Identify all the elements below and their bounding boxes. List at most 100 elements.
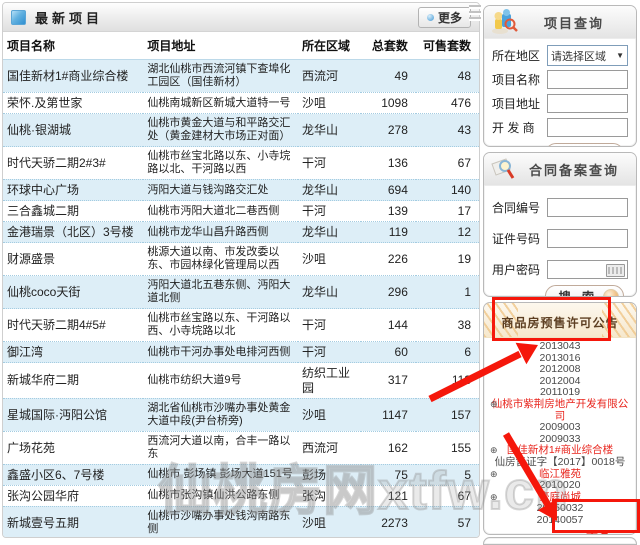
project-address-cell: 沔阳大道与钱沟路交汇处 (143, 179, 298, 202)
permit-number-link[interactable]: 2013043 (487, 340, 633, 353)
permit-more-link[interactable]: 更多>> (484, 529, 636, 535)
table-row: 时代天骄二期2#3# 仙桃市丝宝北路以东、小寺垸路以北、干河路以西 干河 136 67 (3, 146, 479, 180)
project-table-body: 国佳新材1#商业综合楼 湖北仙桃市西流河镇下查埠化工园区（国佳新材） 西流河 49 48… (3, 59, 479, 537)
project-region-cell: 沙咀 (297, 398, 361, 432)
contract-number-input-label: 合同编号 (492, 201, 541, 215)
project-total-cell: 75 (360, 464, 416, 486)
table-row: 新城壹号五期 仙桃市沙嘴办事处钱沟南路东侧 沙咀 2273 57 (3, 506, 479, 537)
project-name-cell[interactable]: 星城国际·沔阳公馆 (3, 398, 144, 432)
project-name-cell[interactable]: 仙桃·银湖城 (3, 113, 144, 148)
project-address-input[interactable] (547, 94, 628, 113)
project-name-cell[interactable]: 仙桃coco天街 (3, 275, 144, 310)
project-name-cell[interactable]: 国佳新材1#商业综合楼 (3, 59, 144, 93)
project-name-cell[interactable]: 新城华府二期 (3, 362, 144, 399)
table-row: 仙桃·银湖城 仙桃市黄金大道与和平路交汇处（黄金建材大市场正对面） 龙华山 278 43 (3, 113, 479, 148)
orange-sphere-icon (603, 288, 619, 296)
project-name-cell[interactable]: 财源盛景 (3, 242, 144, 277)
permit-number-link[interactable]: 2010020 (487, 480, 633, 492)
project-search-button-label: 搜 索 (559, 146, 598, 147)
developer-input[interactable] (547, 118, 628, 137)
project-name-cell[interactable]: 荣怀.及第世家 (3, 92, 144, 115)
form-row: 证件号码 (492, 229, 628, 248)
project-available-cell: 155 (415, 431, 479, 465)
permit-number-link[interactable]: 20140057 (487, 514, 633, 527)
project-available-cell: 38 (415, 308, 479, 343)
form-row: 合同编号 (492, 198, 628, 217)
project-name-cell[interactable]: 时代天骄二期2#3# (3, 146, 144, 180)
form-row: 所在地区 请选择区域 ▼ (492, 45, 628, 66)
project-address-cell: 沔阳大道北五巷东侧、沔阳大道北侧 (143, 275, 298, 310)
project-available-cell: 1 (415, 275, 479, 310)
project-name-input-label: 项目名称 (492, 73, 541, 87)
table-row: 时代天骄二期4#5# 仙桃市丝宝路以东、干河路以西、小寺垸路以北 干河 144 38 (3, 308, 479, 343)
project-region-cell: 沙咀 (297, 242, 361, 277)
project-region-cell: 龙华山 (297, 179, 361, 202)
next-panel-edge (483, 537, 637, 545)
project-name-cell[interactable]: 鑫盛小区6、7号楼 (3, 464, 144, 486)
permit-number-link[interactable]: 2009003 (487, 422, 633, 434)
chevron-down-icon: ▼ (616, 51, 624, 60)
form-row: 项目地址 (492, 94, 628, 113)
project-address-cell: 仙桃市张沟镇仙洪公路东侧 (143, 485, 298, 507)
contract-search-title: 合同备案查询 (528, 162, 619, 178)
project-address-cell: 仙桃市沔阳大道北二巷西侧 (143, 200, 298, 223)
project-total-cell: 139 (360, 200, 416, 223)
project-total-cell: 2273 (360, 506, 416, 537)
project-search-button[interactable]: 搜 索 (544, 143, 624, 147)
column-resize-handle[interactable] (469, 5, 481, 23)
table-row: 国佳新材1#商业综合楼 湖北仙桃市西流河镇下查埠化工园区（国佳新材） 西流河 49 48 (3, 59, 479, 93)
project-address-cell: 桃源大道以南、市发改委以东、市园林绿化管理局以西 (143, 242, 298, 277)
project-total-cell: 1098 (360, 92, 416, 115)
project-available-cell: 113 (415, 362, 479, 399)
contract-number-input[interactable] (547, 198, 628, 217)
project-address-cell: 仙桃市纺织大道9号 (143, 362, 298, 399)
circle-plus-icon: ⊕ (490, 468, 498, 479)
project-address-cell: 西流河大道以南，合丰一路以东 (143, 431, 298, 465)
region-select[interactable]: 请选择区域 ▼ (547, 45, 628, 66)
form-row: 用户密码 (492, 260, 628, 279)
project-available-cell: 67 (415, 146, 479, 180)
permit-project-link[interactable]: ⊕ 仙桃市紫荆房地产开发有限公司 (487, 398, 633, 422)
project-region-cell: 西流河 (297, 431, 361, 465)
project-address-cell: 仙桃南城新区新城大道特一号 (143, 92, 298, 115)
project-name-cell[interactable]: 御江湾 (3, 341, 144, 364)
id-number-input[interactable] (547, 229, 628, 248)
project-available-cell: 17 (415, 200, 479, 223)
project-region-cell: 龙华山 (297, 221, 361, 244)
project-search-title: 项目查询 (543, 15, 604, 31)
contract-search-header: 合同备案查询 (484, 153, 636, 186)
table-row: 财源盛景 桃源大道以南、市发改委以东、市园林绿化管理局以西 沙咀 226 19 (3, 242, 479, 277)
table-row: 环球中心广场 沔阳大道与钱沟路交汇处 龙华山 694 140 (3, 179, 479, 202)
project-available-cell: 43 (415, 113, 479, 148)
project-name-cell[interactable]: 张沟公园华府 (3, 485, 144, 507)
column-header: 总套数 (360, 32, 416, 60)
table-row: 仙桃coco天街 沔阳大道北五巷东侧、沔阳大道北侧 龙华山 296 1 (3, 275, 479, 310)
person-magnifier-icon (492, 9, 518, 34)
project-address-cell: 仙桃市 彭场镇 彭场大道151号 (143, 464, 298, 486)
latest-projects-title: 最新项目 (35, 10, 104, 26)
project-address-cell: 湖北省仙桃市沙嘴办事处黄金大道中段(尹台桥旁) (143, 398, 298, 432)
presale-permit-panel: 商品房预售许可公告 2013043 2013016 2012008 2012004 20… (483, 302, 637, 535)
project-address-cell: 仙桃市龙华山昌升路西侧 (143, 221, 298, 244)
project-available-cell: 57 (415, 506, 479, 537)
permit-number-link[interactable]: 仙房售证字【2017】0018号 (487, 456, 633, 469)
contract-search-button[interactable]: 搜 索 (544, 285, 624, 296)
project-available-cell: 48 (415, 59, 479, 93)
blue-tile-icon (11, 9, 26, 25)
project-name-cell[interactable]: 环球中心广场 (3, 179, 144, 202)
project-region-cell: 干河 (297, 200, 361, 223)
table-row: 张沟公园华府 仙桃市张沟镇仙洪公路东侧 张沟 121 67 (3, 485, 479, 507)
project-search-form: 所在地区 请选择区域 ▼ 项目名称项目地址开 发 商 (484, 39, 636, 139)
form-row: 开 发 商 (492, 118, 628, 137)
column-header: 所在区域 (297, 32, 361, 60)
project-name-cell[interactable]: 新城壹号五期 (3, 506, 144, 537)
keyboard-icon[interactable] (606, 264, 625, 277)
project-address-cell: 仙桃市丝宝北路以东、小寺垸路以北、干河路以西 (143, 146, 298, 180)
project-name-cell[interactable]: 三合鑫城二期 (3, 200, 144, 223)
more-projects-button[interactable]: 更多 (417, 6, 471, 28)
project-name-cell[interactable]: 金港瑞景（北区）3号楼 (3, 221, 144, 244)
project-name-input[interactable] (547, 70, 628, 89)
project-total-cell: 60 (360, 341, 416, 364)
project-name-cell[interactable]: 广场花苑 (3, 431, 144, 465)
project-name-cell[interactable]: 时代天骄二期4#5# (3, 308, 144, 343)
